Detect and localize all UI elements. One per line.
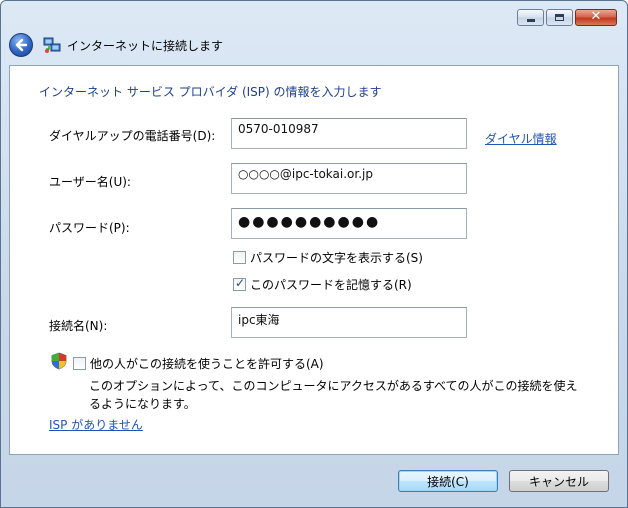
close-icon: ✕ [590,9,602,24]
username-input[interactable]: ○○○○@ipc-tokai.or.jp [231,163,467,194]
wizard-window: ✕ インターネットに接続します インターネット サービス プロバイダ (ISP)… [0,0,628,508]
allow-others-option[interactable]: 他の人がこの接続を使うことを許可する(A) [73,355,324,372]
username-label: ユーザー名(U): [49,175,131,189]
connection-name-input[interactable]: ipc東海 [231,307,467,338]
window-title: インターネットに接続します [67,38,224,53]
password-label: パスワード(P): [49,221,130,235]
phone-label: ダイヤルアップの電話番号(D): [49,129,216,143]
remember-password-label: このパスワードを記憶する(R) [250,278,412,292]
uac-shield-icon [51,352,67,370]
minimize-button[interactable] [517,9,544,26]
show-password-option[interactable]: パスワードの文字を表示する(S) [233,249,423,266]
maximize-button[interactable] [546,9,573,26]
caption-buttons: ✕ [515,9,617,26]
no-isp-link[interactable]: ISP がありません [49,416,143,433]
show-password-checkbox[interactable] [233,251,246,264]
connection-name-label: 接続名(N): [49,319,108,333]
wizard-nav: インターネットに接続します [9,33,223,57]
password-input[interactable]: ●●●●●●●●●● [231,208,467,239]
back-arrow-icon [15,38,28,52]
phone-number-input[interactable]: 0570-010987 [231,118,467,149]
allow-others-description: このオプションによって、このコンピュータにアクセスがあるすべての人がこの接続を使… [89,379,578,411]
show-password-label: パスワードの文字を表示する(S) [250,251,423,265]
maximize-icon [555,14,564,21]
back-button[interactable] [9,33,33,57]
allow-others-checkbox[interactable] [73,357,86,370]
allow-others-label: 他の人がこの接続を使うことを許可する(A) [90,357,324,371]
minimize-icon [527,19,535,22]
remember-password-checkbox[interactable] [233,276,246,291]
cancel-button[interactable]: キャンセル [509,470,609,492]
connect-button[interactable]: 接続(C) [398,470,498,492]
remember-password-option[interactable]: このパスワードを記憶する(R) [233,276,412,293]
dialing-rules-link[interactable]: ダイヤル情報 [485,130,557,147]
close-button[interactable]: ✕ [575,9,617,26]
page-heading: インターネット サービス プロバイダ (ISP) の情報を入力します [39,85,382,99]
network-connection-icon [43,37,61,53]
